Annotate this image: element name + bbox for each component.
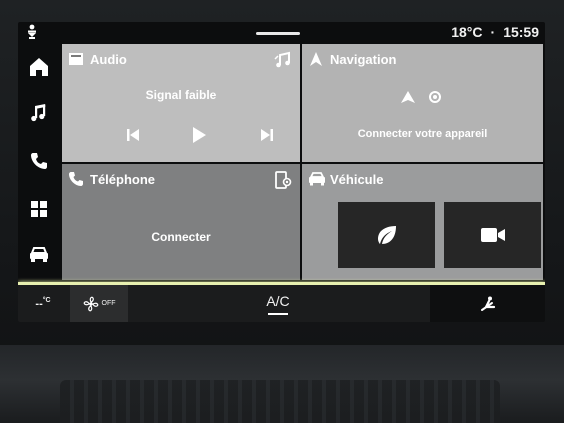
telephone-message: Connecter: [151, 230, 211, 244]
vehicle-tile[interactable]: Véhicule: [302, 164, 543, 280]
rail-item-apps[interactable]: [22, 192, 56, 226]
ac-button[interactable]: A/C: [248, 285, 308, 322]
climate-bar: -- °C OFF A/C: [18, 285, 545, 322]
play-icon: [193, 127, 206, 143]
audio-tile[interactable]: Audio Signal faible: [62, 44, 300, 162]
radio-icon: [69, 53, 83, 65]
car-icon: [30, 247, 48, 262]
skip-next-icon: [261, 129, 273, 141]
audio-status: Signal faible: [145, 88, 217, 102]
seat-control[interactable]: [430, 285, 545, 322]
navigation-arrow-icon: [310, 52, 322, 66]
driver-profile-icon[interactable]: [26, 24, 38, 40]
ac-label: A/C: [266, 292, 290, 309]
clock: 15:59: [503, 24, 539, 40]
eco-leaf-icon: [377, 226, 396, 244]
fan-control[interactable]: OFF: [70, 285, 128, 322]
phone-icon: [69, 172, 83, 186]
ac-indicator: [268, 312, 288, 315]
fan-icon: [83, 296, 98, 311]
drawer-handle[interactable]: [256, 32, 300, 35]
status-bar: 18°C · 15:59: [18, 22, 545, 42]
rail-item-music[interactable]: [22, 96, 56, 130]
camera-button[interactable]: [444, 202, 541, 268]
rail-item-home[interactable]: [22, 50, 56, 84]
music-note-icon: [31, 104, 46, 122]
infotainment-screen: 18°C · 15:59 Audio Signal faible Navigat…: [18, 22, 545, 322]
home-icon: [30, 58, 48, 76]
vehicle-title: Véhicule: [330, 172, 384, 187]
car-icon: [309, 172, 325, 186]
navigation-tile[interactable]: Navigation Connecter votre appareil: [302, 44, 543, 162]
status-separator: ·: [490, 24, 496, 40]
telephone-tile[interactable]: Téléphone Connecter: [62, 164, 300, 280]
navigation-message: Connecter votre appareil: [357, 128, 488, 140]
fan-status: OFF: [101, 300, 116, 307]
play-button[interactable]: [188, 124, 210, 146]
music-source-icon[interactable]: [274, 51, 292, 69]
carplay-icon: [429, 91, 441, 103]
next-button[interactable]: [256, 124, 278, 146]
previous-button[interactable]: [122, 124, 144, 146]
camera-icon: [480, 228, 505, 242]
nav-rail: [18, 42, 60, 278]
audio-title: Audio: [90, 52, 127, 67]
telephone-title: Téléphone: [90, 172, 156, 187]
eco-mode-button[interactable]: [338, 202, 435, 268]
skip-previous-icon: [127, 129, 139, 141]
seat-icon: [480, 296, 495, 311]
android-auto-icon: [401, 91, 415, 103]
navigation-title: Navigation: [330, 52, 397, 67]
temperature-value: --: [35, 297, 43, 310]
outside-temperature: 18°C: [451, 24, 483, 40]
air-vent: [60, 380, 500, 423]
rail-item-vehicle[interactable]: [22, 238, 56, 272]
rail-item-phone[interactable]: [22, 144, 56, 178]
phone-settings-icon[interactable]: [274, 171, 292, 189]
status-info: 18°C · 15:59: [451, 24, 539, 40]
temperature-control[interactable]: -- °C: [18, 285, 68, 322]
temperature-unit: °C: [42, 297, 51, 304]
apps-grid-icon: [31, 201, 47, 217]
phone-icon: [31, 153, 47, 169]
